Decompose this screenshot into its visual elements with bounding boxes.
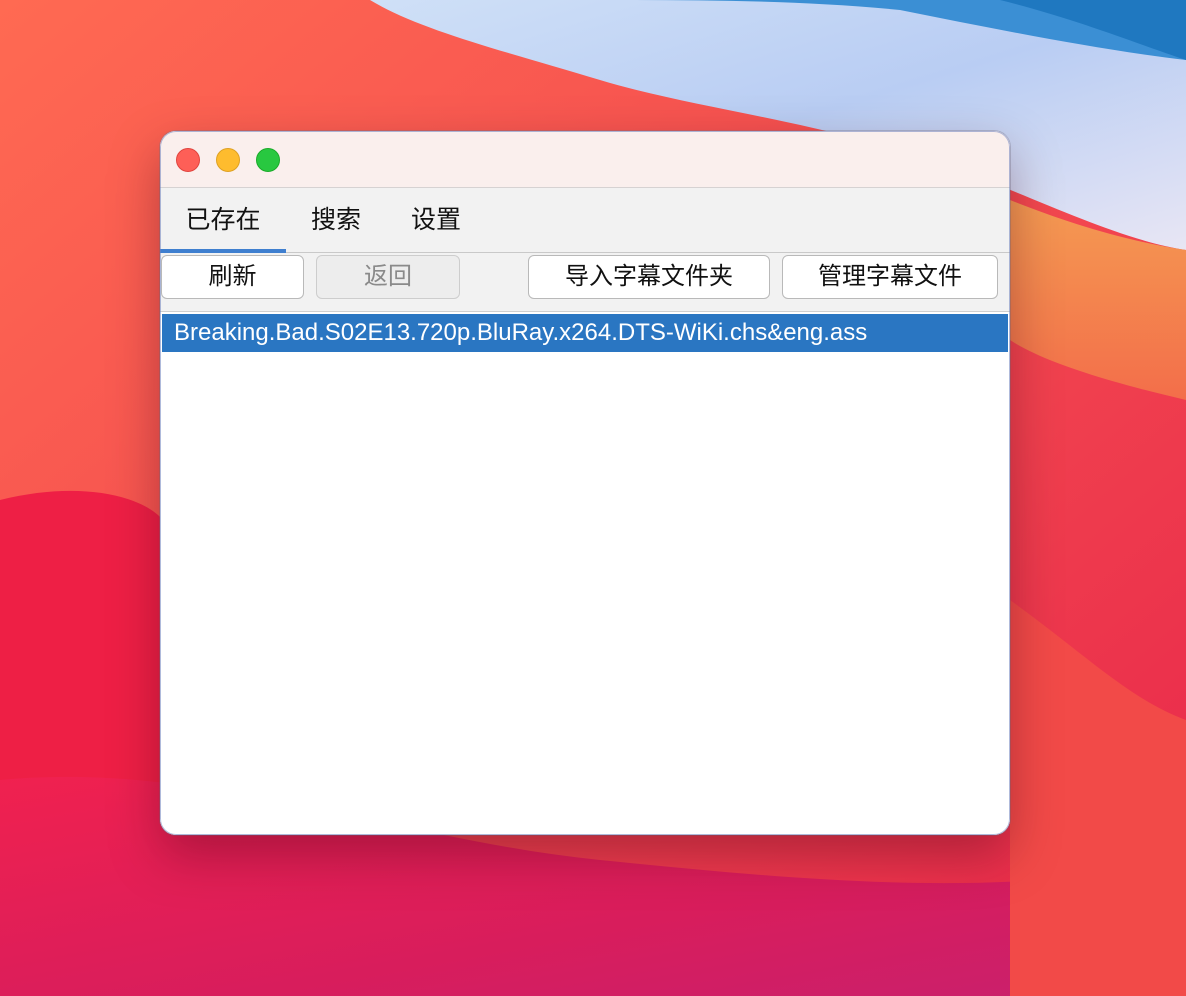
title-bar[interactable] [160,131,1010,188]
refresh-button[interactable]: 刷新 [161,255,304,299]
zoom-button[interactable] [256,148,280,172]
list-item[interactable]: Breaking.Bad.S02E13.720p.BluRay.x264.DTS… [162,314,1008,352]
close-button[interactable] [176,148,200,172]
tab-settings[interactable]: 设置 [386,188,486,252]
back-button[interactable]: 返回 [316,255,460,299]
subtitle-file-list[interactable]: Breaking.Bad.S02E13.720p.BluRay.x264.DTS… [160,311,1010,835]
desktop: 已存在 搜索 设置 刷新 返回 导入字幕文件夹 管理字幕文件 Breaking.… [0,0,1186,996]
toolbar: 刷新 返回 导入字幕文件夹 管理字幕文件 [160,253,1010,311]
import-subtitle-folder-button[interactable]: 导入字幕文件夹 [528,255,770,299]
minimize-button[interactable] [216,148,240,172]
tab-search[interactable]: 搜索 [286,188,386,252]
manage-subtitle-files-button[interactable]: 管理字幕文件 [782,255,998,299]
tab-bar: 已存在 搜索 设置 [160,188,1010,253]
app-window: 已存在 搜索 设置 刷新 返回 导入字幕文件夹 管理字幕文件 Breaking.… [160,131,1010,835]
tab-existing[interactable]: 已存在 [160,188,286,252]
